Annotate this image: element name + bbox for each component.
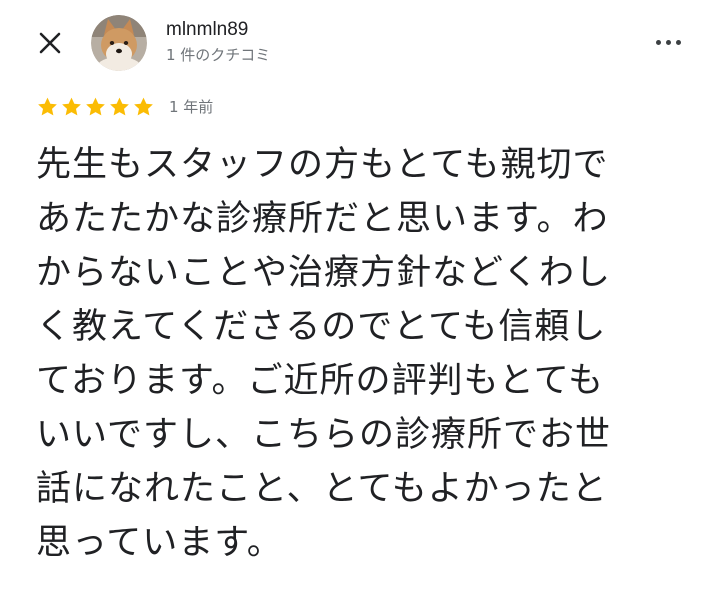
shiba-dog-avatar-image bbox=[91, 15, 147, 71]
star-icon bbox=[86, 97, 105, 116]
more-options-button[interactable] bbox=[648, 28, 688, 56]
close-icon bbox=[39, 32, 61, 54]
rating-row: 1 年前 bbox=[36, 96, 213, 118]
user-name[interactable]: mlnmln89 bbox=[166, 19, 248, 41]
star-icon bbox=[38, 97, 57, 116]
review-text: 先生もスタッフの方もとても親切で あたたかな診療所だと思います。わ からないこと… bbox=[36, 145, 611, 563]
star-icon bbox=[62, 97, 81, 116]
more-dot-icon bbox=[665, 39, 671, 45]
more-dot-icon bbox=[675, 39, 681, 45]
review-date: 1 年前 bbox=[169, 98, 214, 116]
more-dot-icon bbox=[655, 39, 661, 45]
star-icon bbox=[134, 97, 153, 116]
star-rating bbox=[36, 96, 155, 118]
star-icon bbox=[110, 97, 129, 116]
avatar[interactable] bbox=[91, 15, 147, 71]
close-button[interactable] bbox=[33, 26, 67, 60]
review-count: 1 件のクチコミ bbox=[166, 46, 271, 64]
